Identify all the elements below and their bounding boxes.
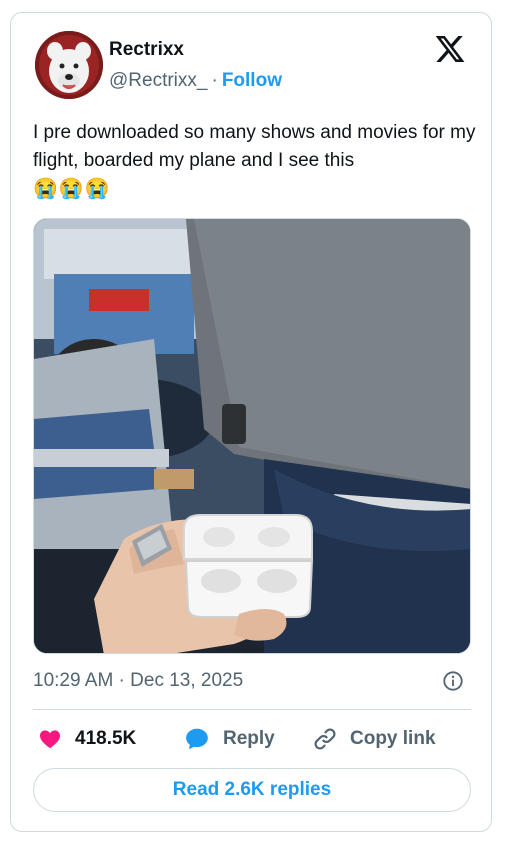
reply-label: Reply	[223, 728, 275, 749]
avatar-image	[35, 31, 103, 99]
copy-link-label: Copy link	[350, 728, 436, 749]
author-name[interactable]: Rectrixx	[109, 39, 184, 61]
tweet-text: I pre downloaded so many shows and movie…	[33, 122, 476, 171]
info-icon[interactable]	[442, 670, 464, 692]
speech-bubble-icon	[186, 728, 208, 750]
separator: ·	[211, 70, 218, 91]
like-count: 418.5K	[75, 728, 137, 749]
heart-icon	[40, 730, 60, 749]
link-icon	[314, 728, 336, 750]
tweet-text-block: I pre downloaded so many shows and movie…	[33, 119, 483, 203]
tweet-photo[interactable]	[33, 218, 471, 654]
read-replies-button[interactable]: Read 2.6K replies	[33, 768, 471, 812]
copy-link-button[interactable]: Copy link	[312, 725, 436, 753]
reply-button[interactable]: Reply	[183, 725, 275, 753]
photo-airplane-airpods-case	[34, 219, 470, 653]
tweet-card: Rectrixx @Rectrixx_ · Follow I pre downloa…	[10, 12, 492, 832]
follow-button[interactable]: Follow	[222, 70, 282, 91]
author-handle[interactable]: @Rectrixx_	[109, 70, 207, 91]
timestamp[interactable]: 10:29 AM · Dec 13, 2025	[33, 670, 243, 692]
like-button[interactable]: 418.5K	[37, 725, 136, 753]
x-logo-icon[interactable]	[434, 33, 466, 65]
handle-row: @Rectrixx_ · Follow	[109, 70, 282, 92]
avatar[interactable]	[35, 31, 103, 99]
divider	[33, 709, 471, 710]
crying-emojis: 😭😭😭	[33, 178, 111, 200]
airpods-case	[183, 514, 314, 618]
